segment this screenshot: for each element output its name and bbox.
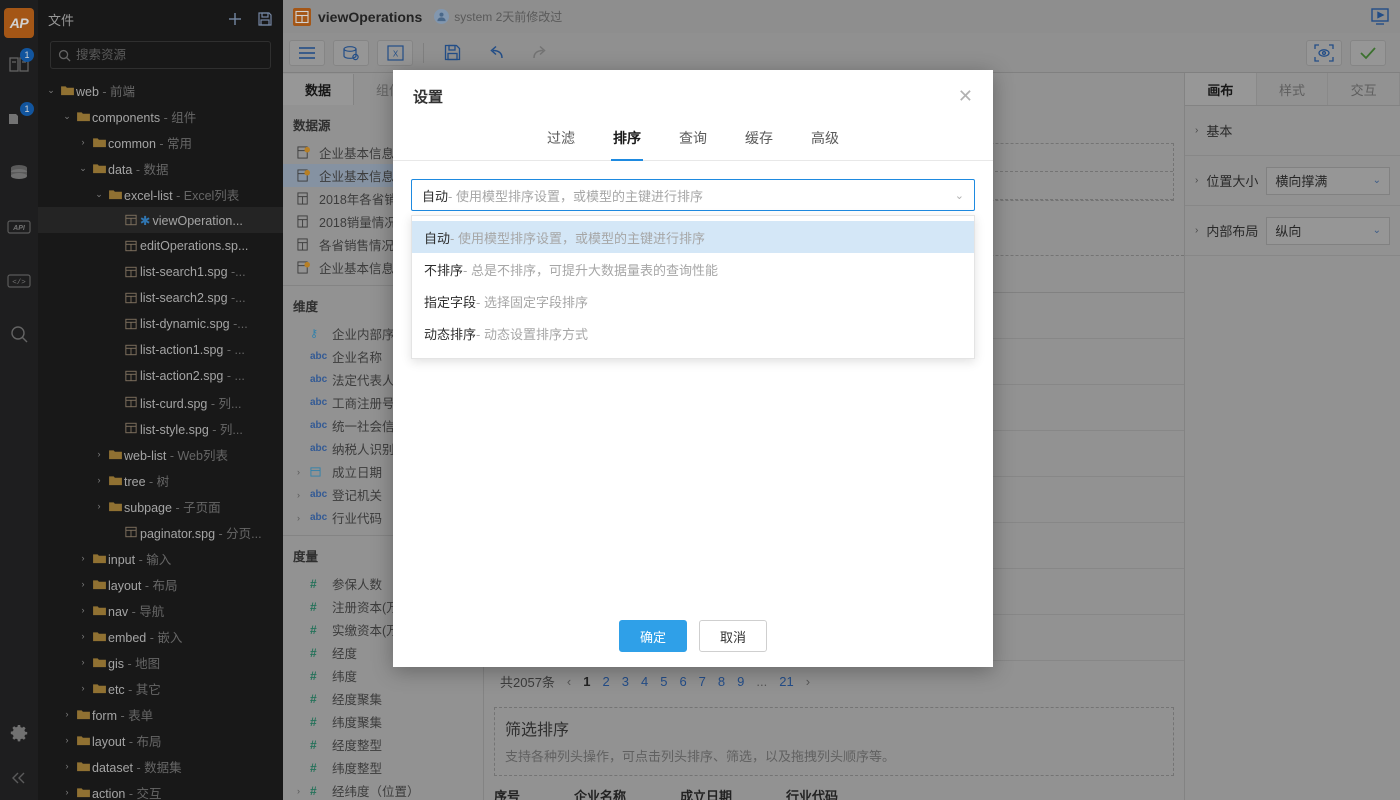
app-root: AP 1 1 API </> xyxy=(0,0,1400,800)
sort-mode-select[interactable]: 自动 - 使用模型排序设置，或模型的主键进行排序 ⌄ xyxy=(411,179,975,211)
sort-option-title: 指定字段 xyxy=(424,292,476,311)
sort-option-desc: - 总是不排序，可提升大数据量表的查询性能 xyxy=(463,260,718,279)
close-icon[interactable]: ✕ xyxy=(958,87,973,105)
dialog-body: 自动 - 使用模型排序设置，或模型的主键进行排序 ⌄ 自动 - 使用模型排序设置… xyxy=(393,161,993,211)
dialog-header: 设置 ✕ xyxy=(393,70,993,122)
ok-button[interactable]: 确定 xyxy=(619,620,687,652)
dialog-tab-高级[interactable]: 高级 xyxy=(809,122,841,160)
sort-option-title: 动态排序 xyxy=(424,324,476,343)
sort-option-desc: - 动态设置排序方式 xyxy=(476,324,588,343)
sort-option-2[interactable]: 指定字段 - 选择固定字段排序 xyxy=(412,285,974,317)
sort-option-0[interactable]: 自动 - 使用模型排序设置，或模型的主键进行排序 xyxy=(412,221,974,253)
sort-option-3[interactable]: 动态排序 - 动态设置排序方式 xyxy=(412,317,974,349)
settings-dialog: 设置 ✕ 过滤排序查询缓存高级 自动 - 使用模型排序设置，或模型的主键进行排序… xyxy=(393,70,993,667)
dialog-title: 设置 xyxy=(413,86,443,107)
dialog-tab-排序[interactable]: 排序 xyxy=(611,122,643,160)
sort-option-title: 自动 xyxy=(424,228,450,247)
dialog-tabs: 过滤排序查询缓存高级 xyxy=(393,122,993,161)
sort-option-title: 不排序 xyxy=(424,260,463,279)
dialog-footer: 确定 取消 xyxy=(393,605,993,667)
sort-option-desc: - 选择固定字段排序 xyxy=(476,292,588,311)
cancel-button[interactable]: 取消 xyxy=(699,620,767,652)
sort-option-desc: - 使用模型排序设置，或模型的主键进行排序 xyxy=(450,228,705,247)
sort-mode-dropdown: 自动 - 使用模型排序设置，或模型的主键进行排序不排序 - 总是不排序，可提升大… xyxy=(411,215,975,359)
chevron-down-icon: ⌄ xyxy=(955,189,964,202)
sort-mode-value-desc: - 使用模型排序设置，或模型的主键进行排序 xyxy=(448,186,703,205)
dialog-tab-过滤[interactable]: 过滤 xyxy=(545,122,577,160)
sort-mode-value: 自动 xyxy=(422,186,448,205)
sort-option-1[interactable]: 不排序 - 总是不排序，可提升大数据量表的查询性能 xyxy=(412,253,974,285)
dialog-tab-缓存[interactable]: 缓存 xyxy=(743,122,775,160)
dialog-tab-查询[interactable]: 查询 xyxy=(677,122,709,160)
